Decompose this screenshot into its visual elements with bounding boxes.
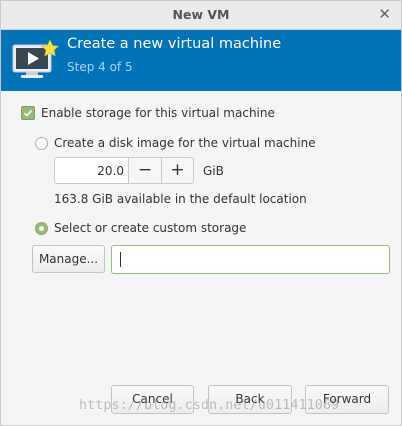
text-cursor bbox=[120, 252, 121, 267]
enable-storage-label[interactable]: Enable storage for this virtual machine bbox=[41, 106, 275, 120]
titlebar: New VM ✕ bbox=[1, 1, 401, 30]
wizard-title: Create a new virtual machine bbox=[67, 36, 282, 52]
increase-size-button[interactable]: + bbox=[161, 157, 194, 184]
disk-image-label[interactable]: Create a disk image for the virtual mach… bbox=[54, 136, 316, 150]
checkmark-icon bbox=[23, 109, 33, 117]
custom-storage-radio[interactable] bbox=[35, 222, 48, 235]
wizard-step: Step 4 of 5 bbox=[67, 60, 133, 74]
close-icon[interactable]: ✕ bbox=[378, 5, 391, 23]
manage-button[interactable]: Manage... bbox=[32, 245, 105, 273]
new-vm-dialog: New VM ✕ Create a new virtual machine St… bbox=[0, 0, 402, 426]
wizard-header: Create a new virtual machine Step 4 of 5 bbox=[1, 30, 401, 91]
custom-storage-path-input[interactable] bbox=[111, 245, 390, 274]
disk-image-radio[interactable] bbox=[35, 137, 48, 150]
window-title: New VM bbox=[172, 7, 230, 22]
virtual-machine-icon bbox=[12, 39, 60, 78]
custom-storage-label[interactable]: Select or create custom storage bbox=[54, 221, 246, 235]
size-unit-label: GiB bbox=[203, 164, 224, 178]
enable-storage-checkbox[interactable] bbox=[21, 106, 35, 120]
available-space-text: 163.8 GiB available in the default locat… bbox=[54, 192, 307, 206]
cancel-button[interactable]: Cancel bbox=[111, 385, 194, 414]
decrease-size-button[interactable]: − bbox=[128, 157, 161, 184]
disk-size-input[interactable]: 20.0 bbox=[54, 157, 128, 184]
forward-button[interactable]: Forward bbox=[305, 385, 389, 414]
back-button[interactable]: Back bbox=[208, 385, 292, 414]
